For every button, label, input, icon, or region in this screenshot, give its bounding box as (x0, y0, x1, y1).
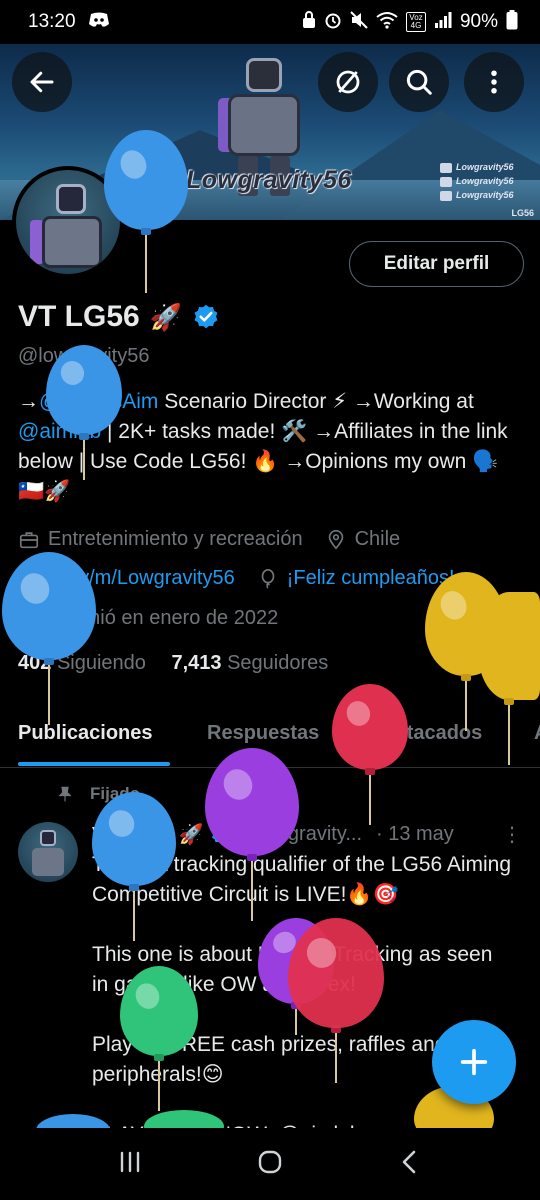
active-tab-indicator (18, 762, 170, 766)
edit-profile-button[interactable]: Editar perfil (349, 241, 524, 287)
network-label: Voz 4G (405, 12, 426, 32)
status-time: 13:20 (28, 11, 76, 32)
location-pin-icon (328, 529, 343, 550)
plus-icon (460, 1048, 488, 1076)
profile-follow-stats: 402 Siguiendo 7,413 Seguidores (18, 652, 328, 675)
view-profile-unavailable-button[interactable] (318, 52, 378, 112)
profile-name: VT LG56 (18, 300, 140, 333)
banner-tag: LG56 (511, 208, 534, 218)
profile-joined: Se unió en enero de 2022 (48, 607, 279, 629)
signal-icon (434, 11, 452, 33)
profile-name-emoji: 🚀 (149, 301, 183, 332)
profile-meta-row-2: bit.ly/m/Lowgravity56 ¡Feliz cumpleaños! (18, 567, 455, 590)
search-icon (406, 69, 432, 95)
balloon-decoration (425, 572, 507, 731)
bio-mention-voltaicaim[interactable]: @VoltaicAim (39, 390, 158, 413)
post-date[interactable]: · 13 may (376, 823, 454, 846)
compose-post-button[interactable] (432, 1020, 516, 1104)
profile-avatar[interactable] (12, 166, 124, 278)
pinned-label: Fijado (56, 784, 140, 804)
balloon-icon (261, 568, 275, 589)
post-author-handle[interactable]: @lowgravity... (238, 823, 362, 846)
chevron-left-icon (402, 1150, 416, 1173)
lock-icon (302, 10, 316, 34)
profile-handle: @lowgravity56 (18, 345, 150, 367)
wifi-icon (376, 11, 398, 34)
post-text: The first tracking qualifier of the LG56… (92, 853, 512, 1146)
briefcase-icon (19, 531, 39, 548)
back-nav-button[interactable] (395, 1147, 425, 1182)
banner-socials: Lowgravity56 Lowgravity56 Lowgravity56 (440, 160, 514, 202)
more-options-button[interactable] (464, 52, 524, 112)
home-icon (258, 1150, 282, 1173)
more-vertical-icon (491, 70, 497, 94)
recent-apps-button[interactable] (115, 1147, 145, 1182)
post-more-icon[interactable]: ⋮ (502, 822, 522, 847)
arrow-left-icon (30, 71, 54, 93)
profile-tabs: Publicaciones Respuestas Destacados A (0, 712, 540, 768)
status-bar: 13:20 Voz 4G 90% (0, 0, 540, 44)
tab-respuestas[interactable]: Respuestas (207, 722, 319, 745)
profile-bio: →@VoltaicAim Scenario Director ⚡ →Workin… (18, 390, 508, 503)
pin-icon (58, 786, 72, 802)
profile-location: Chile (354, 528, 401, 550)
discord-icon (88, 12, 110, 33)
bio-mention-aimlab[interactable]: @aimlab (18, 420, 101, 443)
recent-apps-icon (120, 1151, 140, 1172)
banner-social-discord: Lowgravity56 (440, 188, 514, 202)
profile-name-row: VT LG56 🚀 (18, 300, 220, 334)
profile-website-link[interactable]: bit.ly/m/Lowgravity56 (48, 567, 235, 590)
banner-social-youtube: Lowgravity56 (440, 160, 514, 174)
post-header: VT LG56 🚀 @lowgravity... · 13 may (92, 822, 454, 847)
following-link[interactable]: 402 Siguiendo (18, 652, 146, 674)
tab-destacados[interactable]: Destacados (370, 722, 482, 745)
profile-meta-row-1: Entretenimiento y recreación Chile (18, 528, 400, 551)
android-nav-bar (0, 1128, 540, 1200)
tab-publicaciones[interactable]: Publicaciones (18, 722, 153, 745)
status-icons: Voz 4G 90% (302, 9, 518, 35)
verified-badge-icon[interactable] (192, 303, 220, 331)
battery-icon (506, 9, 518, 35)
search-button[interactable] (389, 52, 449, 112)
banner-brand-text: Lowgravity56 (186, 166, 352, 194)
verified-badge-icon (211, 824, 230, 844)
link-icon (20, 570, 38, 587)
tab-next-partial[interactable]: A (534, 722, 540, 745)
no-view-icon (336, 70, 360, 94)
banner-social-twitter: Lowgravity56 (440, 174, 514, 188)
followers-link[interactable]: 7,413 Seguidores (171, 652, 328, 674)
back-button[interactable] (12, 52, 72, 112)
post-author-avatar[interactable] (18, 822, 78, 882)
home-button[interactable] (255, 1147, 285, 1182)
alarm-icon (324, 11, 342, 34)
post-author-name[interactable]: VT LG56 🚀 (92, 822, 204, 847)
battery-percent: 90% (459, 11, 498, 32)
calendar-icon (19, 610, 39, 628)
profile-meta-row-3: Se unió en enero de 2022 (18, 607, 278, 630)
mute-icon (350, 10, 368, 34)
profile-category: Entretenimiento y recreación (48, 528, 303, 550)
profile-birthday: ¡Feliz cumpleaños! (286, 567, 455, 589)
